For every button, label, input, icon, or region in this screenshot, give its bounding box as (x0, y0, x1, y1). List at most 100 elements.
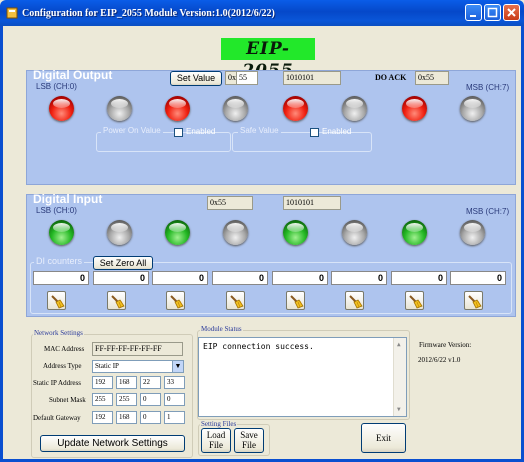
close-button[interactable] (503, 4, 520, 21)
do-msb-label: MSB (CH:7) (466, 83, 510, 92)
di-led-ch0 (49, 220, 74, 245)
status-scrollbar[interactable]: ▲ ▼ (393, 338, 406, 416)
di-counter-ch4: 0 (272, 271, 328, 285)
setting-files-label: Setting Files (200, 420, 238, 428)
save-file-button[interactable]: Save File (234, 428, 264, 453)
clear-counter-ch2-button[interactable] (166, 291, 185, 310)
window-title: Configuration for EIP_2055 Module Versio… (22, 7, 275, 19)
di-lsb-label: LSB (CH:0) (36, 206, 77, 215)
minimize-icon (470, 15, 476, 17)
mask-octet-4[interactable]: 0 (164, 393, 185, 406)
di-led-ch5 (342, 220, 367, 245)
do-led-ch5[interactable] (342, 96, 367, 121)
do-led-ch2[interactable] (165, 96, 190, 121)
maximize-icon (487, 7, 498, 18)
mask-octet-3[interactable]: 0 (140, 393, 161, 406)
set-value-button[interactable]: Set Value (170, 71, 222, 86)
mask-octet-1[interactable]: 255 (92, 393, 113, 406)
broom-icon (230, 295, 244, 309)
di-counter-ch6: 0 (391, 271, 447, 285)
mask-label: Subnet Mask (49, 396, 86, 404)
di-counter-ch0: 0 (33, 271, 89, 285)
gateway-label: Default Gateway (33, 414, 81, 422)
di-led-ch3 (223, 220, 248, 245)
scroll-down-icon[interactable]: ▼ (397, 406, 401, 413)
clear-counter-ch5-button[interactable] (345, 291, 364, 310)
gateway-octet-4[interactable]: 1 (164, 411, 185, 424)
safe-enabled-checkbox[interactable] (310, 128, 319, 137)
di-counter-ch1: 0 (93, 271, 149, 285)
clear-counter-ch3-button[interactable] (226, 291, 245, 310)
do-led-ch7[interactable] (460, 96, 485, 121)
update-network-button[interactable]: Update Network Settings (40, 435, 185, 452)
clear-counter-ch4-button[interactable] (286, 291, 305, 310)
do-led-ch0[interactable] (49, 96, 74, 121)
di-led-ch2 (165, 220, 190, 245)
broom-icon (349, 295, 363, 309)
broom-icon (468, 295, 482, 309)
save-file-line1: Save (240, 430, 258, 440)
do-lsb-label: LSB (CH:0) (36, 82, 77, 91)
app-icon (6, 7, 18, 19)
di-led-ch1 (107, 220, 132, 245)
broom-icon (111, 295, 125, 309)
di-hex-value: 0x55 (207, 196, 253, 210)
di-led-ch7 (460, 220, 485, 245)
ip-octet-3[interactable]: 22 (140, 376, 161, 389)
status-textarea[interactable]: EIP connection success. ▲ ▼ (198, 337, 407, 417)
digital-output-title: Digital Output (33, 68, 113, 82)
do-led-ch3[interactable] (223, 96, 248, 121)
di-counter-ch2: 0 (152, 271, 208, 285)
di-binary-value: 1010101 (283, 196, 341, 210)
window-titlebar[interactable]: Configuration for EIP_2055 Module Versio… (0, 0, 524, 26)
address-type-select[interactable]: Static IP ▼ (92, 360, 184, 373)
power-on-label: Power On Value (101, 126, 163, 135)
broom-icon (170, 295, 184, 309)
di-counter-ch3: 0 (212, 271, 268, 285)
exit-button[interactable]: Exit (361, 423, 406, 453)
do-led-ch4[interactable] (283, 96, 308, 121)
gateway-octet-1[interactable]: 192 (92, 411, 113, 424)
mac-value: FF-FF-FF-FF-FF-FF (92, 342, 183, 356)
ip-octet-4[interactable]: 33 (164, 376, 185, 389)
maximize-button[interactable] (484, 4, 501, 21)
ip-octet-2[interactable]: 168 (116, 376, 137, 389)
power-on-enabled-checkbox[interactable] (174, 128, 183, 137)
scroll-up-icon[interactable]: ▲ (397, 341, 401, 348)
broom-icon (409, 295, 423, 309)
ip-octet-1[interactable]: 192 (92, 376, 113, 389)
set-zero-all-button[interactable]: Set Zero All (93, 256, 153, 270)
firmware-label: Firmware Version: (419, 341, 472, 349)
product-logo: EIP-2055 (221, 38, 315, 81)
do-led-ch1[interactable] (107, 96, 132, 121)
load-file-button[interactable]: Load File (201, 428, 231, 453)
chevron-down-icon[interactable]: ▼ (172, 361, 183, 372)
gateway-octet-2[interactable]: 168 (116, 411, 137, 424)
save-file-line2: File (241, 440, 256, 450)
clear-counter-ch6-button[interactable] (405, 291, 424, 310)
load-file-line1: Load (206, 430, 226, 440)
address-type-label: Address Type (43, 362, 82, 370)
minimize-button[interactable] (465, 4, 482, 21)
close-icon (507, 8, 516, 17)
address-type-value: Static IP (95, 362, 119, 370)
do-led-ch6[interactable] (402, 96, 427, 121)
gateway-octet-3[interactable]: 0 (140, 411, 161, 424)
di-counter-ch7: 0 (450, 271, 506, 285)
broom-icon (51, 295, 65, 309)
di-msb-label: MSB (CH:7) (466, 207, 510, 216)
safe-value-label: Safe Value (238, 126, 281, 135)
clear-counter-ch1-button[interactable] (107, 291, 126, 310)
digital-input-title: Digital Input (33, 192, 103, 206)
do-ack-value: 0x55 (415, 71, 449, 85)
safe-enabled-label: Enabled (322, 127, 352, 136)
do-binary-value: 1010101 (283, 71, 341, 85)
mask-octet-2[interactable]: 255 (116, 393, 137, 406)
ip-label: Static IP Address (33, 379, 81, 387)
module-status-label: Module Status (200, 325, 243, 333)
do-hex-input[interactable]: 55 (236, 71, 258, 85)
clear-counter-ch0-button[interactable] (47, 291, 66, 310)
power-on-enabled-label: Enabled (186, 127, 216, 136)
di-counters-label: DI counters (34, 256, 85, 266)
clear-counter-ch7-button[interactable] (464, 291, 483, 310)
